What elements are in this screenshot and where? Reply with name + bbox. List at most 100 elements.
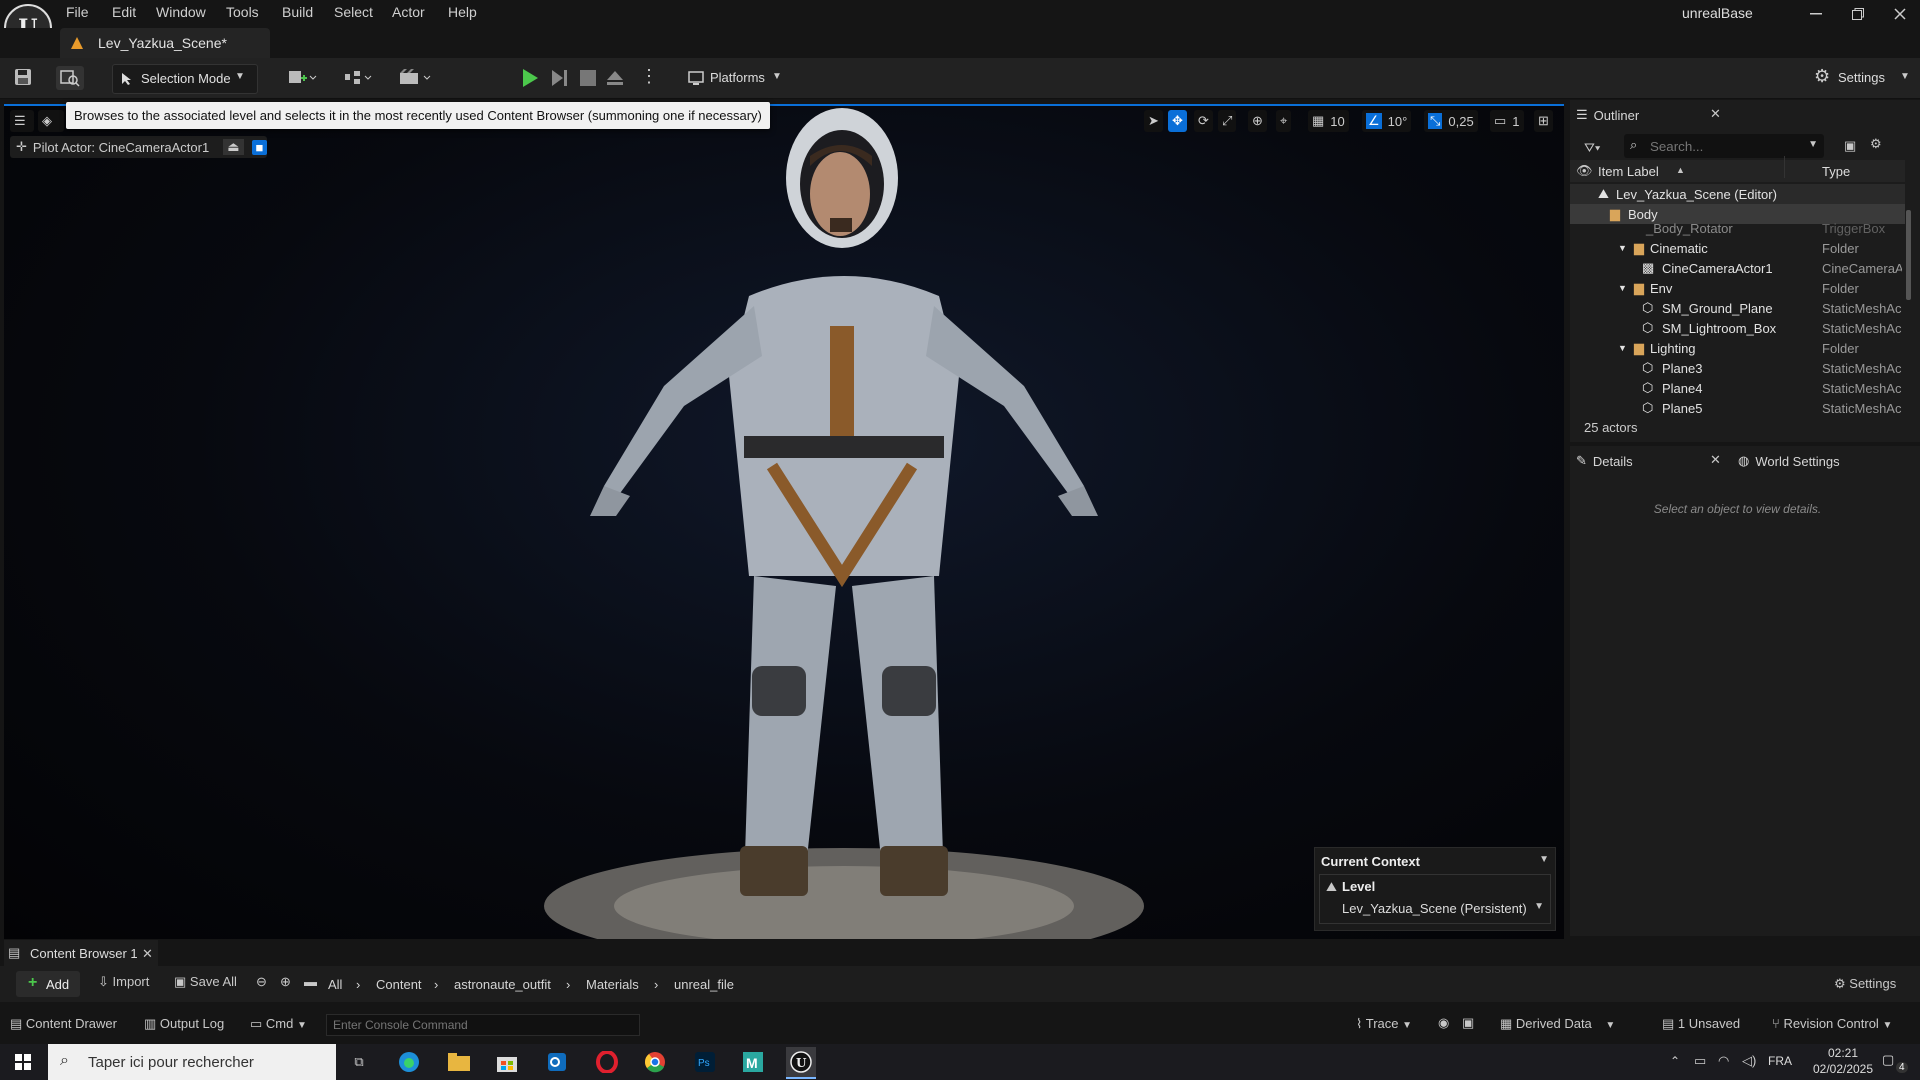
outlook-icon[interactable] (542, 1047, 572, 1077)
tree-row[interactable]: ▼ ▆ Env Folder (1570, 278, 1905, 298)
save-all-button[interactable]: ▣ Save All (174, 974, 237, 990)
new-folder-icon[interactable]: ▣ (1844, 138, 1856, 154)
breadcrumb-all[interactable]: All (328, 977, 342, 992)
task-view-icon[interactable]: ⧉ (344, 1047, 374, 1077)
back-icon[interactable]: ⊖ (256, 974, 267, 990)
step-icon[interactable] (550, 68, 570, 88)
close-icon[interactable]: ✕ (142, 946, 153, 962)
document-tab[interactable]: Lev_Yazkua_Scene* (60, 28, 270, 58)
content-browser-settings-button[interactable]: ⚙ Settings (1834, 976, 1896, 992)
chevron-down-icon[interactable]: ▼ (1808, 139, 1818, 150)
close-icon[interactable]: ✕ (1710, 452, 1721, 468)
volume-icon[interactable]: ◁) (1742, 1053, 1756, 1069)
viewport-menu-icon[interactable]: ☰ (10, 110, 34, 132)
menu-window[interactable]: Window (156, 4, 206, 20)
derived-data-dropdown[interactable]: ▦ Derived Data ▼ (1500, 1016, 1615, 1032)
restore-icon[interactable] (1848, 6, 1868, 22)
forward-icon[interactable]: ⊕ (280, 974, 291, 990)
record-icon[interactable]: ◉ (1438, 1015, 1449, 1031)
perspective-icon[interactable]: ◈ (38, 110, 64, 132)
chrome-icon[interactable] (640, 1047, 670, 1077)
world-space-icon[interactable]: ⊕ (1248, 110, 1267, 132)
taskbar-search[interactable]: ⌕ Taper ici pour rechercher (48, 1044, 336, 1080)
content-browser-tab[interactable]: ▤ Content Browser 1 ✕ (4, 940, 158, 966)
unreal-engine-icon[interactable]: U (786, 1047, 816, 1079)
level-viewport[interactable]: ☰ ◈ ➤ ✥ ⟳ ⤢ ⊕ ⌖ ▦ 10 ∠ 10° ⤡ 0,25 ▭ 1 ⊞ ✛ Pi… (4, 104, 1564, 939)
tree-row[interactable]: ▼ ▆ Cinematic Folder (1570, 238, 1905, 258)
layout-icon[interactable]: ⊞ (1534, 110, 1553, 132)
folder-icon[interactable]: ▬ (304, 974, 317, 989)
cmd-dropdown[interactable]: ▭ Cmd ▼ (250, 1016, 307, 1032)
tree-row[interactable]: ⛰ Lev_Yazkua_Scene (Editor) (1570, 184, 1905, 204)
wifi-icon[interactable]: ◠ (1718, 1053, 1729, 1069)
item-label-header[interactable]: Item Label (1598, 164, 1659, 179)
chevron-down-icon[interactable]: ▼ (1534, 901, 1544, 912)
notification-icon[interactable]: ▢ (1882, 1052, 1894, 1068)
language-indicator[interactable]: FRA (1768, 1054, 1792, 1068)
chevron-down-icon[interactable]: ▼ (1539, 854, 1549, 865)
add-actor-icon[interactable] (288, 68, 318, 86)
tree-row[interactable]: ⬡ Plane3 StaticMeshAc (1570, 358, 1905, 378)
menu-actor[interactable]: Actor (392, 4, 425, 20)
visibility-icon[interactable]: 👁 (1576, 163, 1593, 179)
type-header[interactable]: Type (1822, 164, 1850, 179)
import-button[interactable]: ⇩ Import (98, 974, 149, 990)
revision-control-dropdown[interactable]: ⑂ Revision Control ▼ (1772, 1016, 1892, 1031)
search-box[interactable]: ⌕ ▼ (1624, 134, 1824, 158)
edge-icon[interactable] (394, 1047, 424, 1077)
world-settings-tab[interactable]: ◍ World Settings (1738, 446, 1840, 476)
menu-select[interactable]: Select (334, 4, 373, 20)
settings-dropdown[interactable]: ⚙ Settings ▼ (1812, 64, 1912, 92)
opera-icon[interactable] (592, 1047, 622, 1077)
rotation-snap-button[interactable]: ∠ 10° (1362, 110, 1412, 132)
expand-icon[interactable]: ▼ (1618, 283, 1627, 293)
tree-row[interactable]: ⬡ SM_Ground_Plane StaticMeshAc (1570, 298, 1905, 318)
breadcrumb-astronaute-outfit[interactable]: astronaute_outfit (454, 977, 551, 992)
content-drawer-button[interactable]: ▤ Content Drawer (10, 1016, 117, 1032)
file-explorer-icon[interactable] (444, 1047, 474, 1077)
grid-snap-button[interactable]: ▦ 10 (1308, 110, 1349, 132)
output-log-button[interactable]: ▥ Output Log (144, 1016, 224, 1032)
menu-tools[interactable]: Tools (226, 4, 259, 20)
expand-icon[interactable]: ▼ (1618, 343, 1627, 353)
photoshop-icon[interactable]: Ps (690, 1047, 720, 1077)
unsaved-button[interactable]: ▤ 1 Unsaved (1662, 1016, 1740, 1032)
meshroom-icon[interactable]: M (738, 1047, 768, 1077)
breadcrumb-materials[interactable]: Materials (586, 977, 639, 992)
tree-row[interactable]: ▩ CineCameraActor1 CineCameraA (1570, 258, 1905, 278)
platforms-dropdown[interactable]: Platforms ▼ (686, 64, 786, 92)
menu-edit[interactable]: Edit (112, 4, 136, 20)
close-window-icon[interactable] (1890, 6, 1910, 22)
surface-snap-icon[interactable]: ⌖ (1276, 110, 1292, 132)
outliner-tab[interactable]: ☰ Outliner (1576, 100, 1639, 130)
select-tool-icon[interactable]: ➤ (1144, 110, 1163, 132)
trace-dropdown[interactable]: ⌇ Trace ▼ (1356, 1016, 1412, 1032)
console-input[interactable] (326, 1014, 640, 1036)
translate-tool-icon[interactable]: ✥ (1168, 110, 1187, 132)
stop-icon[interactable] (580, 70, 596, 86)
scale-tool-icon[interactable]: ⤢ (1218, 110, 1237, 132)
camera-lock-icon[interactable]: ■ (251, 139, 268, 155)
eject-pilot-icon[interactable]: ⏏ (223, 139, 244, 155)
menu-file[interactable]: File (66, 4, 89, 20)
save-icon[interactable] (14, 68, 32, 86)
more-options-icon[interactable]: ⋮ (640, 66, 658, 87)
filter-icon[interactable]: ⛛▾ (1584, 140, 1600, 156)
windows-start-icon[interactable] (8, 1047, 38, 1077)
minimize-icon[interactable] (1806, 6, 1826, 22)
store-icon[interactable] (492, 1047, 522, 1077)
add-button[interactable]: + Add (16, 971, 80, 997)
scale-snap-button[interactable]: ⤡ 0,25 (1424, 110, 1478, 132)
eject-icon[interactable] (606, 70, 624, 86)
level-dropdown[interactable]: Lev_Yazkua_Scene (Persistent) (1342, 901, 1527, 916)
browse-level-icon[interactable] (56, 66, 84, 90)
battery-icon[interactable]: ▭ (1694, 1053, 1706, 1069)
breadcrumb-unreal-file[interactable]: unreal_file (674, 977, 734, 992)
tree-row[interactable]: ⬡ Plane4 StaticMeshAc (1570, 378, 1905, 398)
tree-row[interactable]: _Body_Rotator TriggerBox (1570, 218, 1905, 238)
expand-icon[interactable]: ▼ (1618, 243, 1627, 253)
search-input[interactable] (1648, 136, 1802, 156)
outliner-scrollbar[interactable] (1906, 210, 1911, 300)
tree-row[interactable]: ▼ ▆ Lighting Folder (1570, 338, 1905, 358)
details-tab[interactable]: ✎ Details (1576, 446, 1633, 476)
